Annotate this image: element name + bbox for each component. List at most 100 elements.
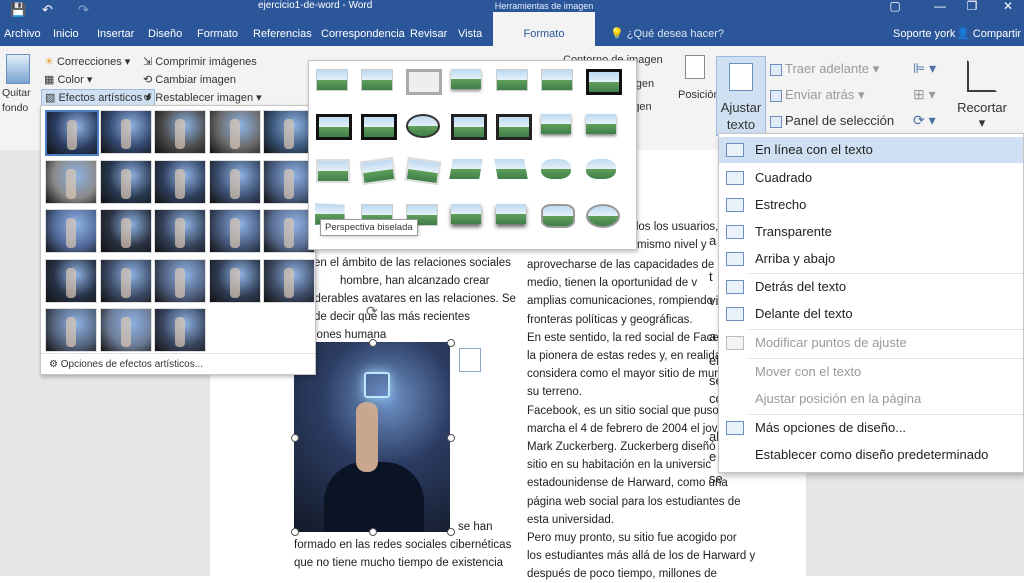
- menu-item-mas-opciones[interactable]: Más opciones de diseño...: [719, 415, 1023, 441]
- artistic-effect-thumbnail[interactable]: [154, 209, 206, 253]
- resize-handle[interactable]: [369, 528, 377, 536]
- picture-style-thumbnail[interactable]: [448, 155, 484, 183]
- picture-style-thumbnail[interactable]: [403, 155, 442, 186]
- minimize-button[interactable]: —: [930, 0, 950, 12]
- picture-style-thumbnail[interactable]: [358, 155, 397, 186]
- picture-style-thumbnail[interactable]: [583, 65, 622, 95]
- redo-icon[interactable]: ↷: [78, 2, 89, 18]
- artistic-effect-thumbnail[interactable]: [208, 110, 261, 154]
- close-button[interactable]: ✕: [998, 0, 1018, 12]
- picture-style-thumbnail[interactable]: [538, 65, 574, 93]
- picture-style-thumbnail[interactable]: [313, 110, 352, 140]
- rotate-icon[interactable]: ⟳ ▾: [913, 112, 936, 129]
- tab-revisar[interactable]: Revisar: [410, 27, 447, 41]
- quitar-fondo-button[interactable]: Quitar fondo: [2, 52, 32, 116]
- save-icon[interactable]: 💾: [10, 2, 26, 18]
- restore-button[interactable]: ❐: [962, 0, 982, 12]
- resize-handle[interactable]: [369, 339, 377, 347]
- resize-handle[interactable]: [447, 528, 455, 536]
- tab-archivo[interactable]: Archivo: [4, 27, 41, 41]
- tab-inicio[interactable]: Inicio: [53, 27, 79, 41]
- artistic-effect-thumbnail[interactable]: [154, 308, 206, 352]
- panel-seleccion-button[interactable]: Panel de selección: [770, 113, 894, 128]
- artistic-effect-thumbnail[interactable]: [154, 258, 206, 303]
- align-icon[interactable]: ⊫ ▾: [913, 60, 936, 77]
- artistic-effect-thumbnail[interactable]: [208, 258, 261, 303]
- menu-item-delante[interactable]: Delante del texto: [719, 301, 1023, 327]
- rotate-handle-icon[interactable]: ⟳: [366, 303, 378, 320]
- menu-item-estrecho[interactable]: Estrecho: [719, 192, 1023, 218]
- tell-me-search[interactable]: 💡 ¿Qué desea hacer?: [610, 27, 724, 40]
- menu-item-modificar-puntos[interactable]: Modificar puntos de ajuste: [719, 330, 1023, 356]
- share-button[interactable]: 👤 Compartir: [956, 27, 1021, 41]
- menu-item-arriba-abajo[interactable]: Arriba y abajo: [719, 246, 1023, 272]
- picture-style-thumbnail[interactable]: [358, 110, 397, 140]
- artistic-effect-thumbnail[interactable]: [99, 159, 152, 204]
- menu-item-detras[interactable]: Detrás del texto: [719, 274, 1023, 300]
- document-image[interactable]: [294, 342, 450, 532]
- picture-style-thumbnail[interactable]: [493, 65, 529, 93]
- artistic-effect-thumbnail[interactable]: [45, 159, 97, 204]
- tab-referencias[interactable]: Referencias: [253, 27, 312, 41]
- picture-style-thumbnail[interactable]: [448, 110, 487, 140]
- tab-formato-doc[interactable]: Formato: [197, 27, 238, 41]
- resize-handle[interactable]: [447, 339, 455, 347]
- comprimir-button[interactable]: ⇲ Comprimir imágenes: [143, 55, 257, 68]
- artistic-effect-thumbnail[interactable]: [45, 308, 97, 352]
- picture-style-thumbnail[interactable]: [448, 65, 484, 93]
- artistic-effect-thumbnail[interactable]: [45, 209, 97, 253]
- group-icon[interactable]: ⊞ ▾: [913, 86, 936, 103]
- picture-style-thumbnail[interactable]: [538, 155, 574, 183]
- menu-item-transparente[interactable]: Transparente: [719, 219, 1023, 245]
- artistic-effects-options[interactable]: ⚙ Opciones de efectos artísticos...: [49, 359, 203, 370]
- menu-item-fijar-posicion[interactable]: Ajustar posición en la página: [719, 386, 1023, 412]
- picture-style-thumbnail[interactable]: [313, 65, 349, 93]
- layout-options-icon[interactable]: [459, 348, 481, 372]
- picture-style-thumbnail[interactable]: [583, 200, 620, 228]
- picture-style-thumbnail[interactable]: [358, 65, 394, 93]
- artistic-effect-thumbnail[interactable]: [45, 258, 97, 303]
- picture-style-thumbnail[interactable]: [313, 155, 350, 183]
- picture-style-thumbnail[interactable]: [583, 110, 619, 138]
- artistic-effect-thumbnail[interactable]: [45, 110, 99, 156]
- artistic-effect-thumbnail[interactable]: [99, 308, 152, 352]
- picture-style-thumbnail[interactable]: [493, 155, 529, 183]
- ajustar-texto-button[interactable]: Ajustar texto: [716, 56, 766, 136]
- menu-item-establecer[interactable]: Establecer como diseño predeterminado: [719, 442, 1023, 468]
- account-name[interactable]: Soporte york: [893, 27, 955, 41]
- resize-handle[interactable]: [447, 434, 455, 442]
- correcciones-button[interactable]: ☀ Correcciones ▾: [44, 55, 130, 68]
- tab-vista[interactable]: Vista: [458, 27, 482, 41]
- tab-insertar[interactable]: Insertar: [97, 27, 134, 41]
- artistic-effect-thumbnail[interactable]: [99, 110, 152, 154]
- tab-correspondencia[interactable]: Correspondencia: [321, 27, 405, 41]
- picture-style-thumbnail[interactable]: [403, 65, 442, 95]
- recortar-button[interactable]: Recortar ▾: [956, 60, 1008, 131]
- cambiar-imagen-button[interactable]: ⟲ Cambiar imagen: [143, 73, 236, 86]
- artistic-effect-thumbnail[interactable]: [208, 209, 261, 253]
- picture-style-thumbnail[interactable]: [403, 110, 440, 138]
- menu-item-en-linea[interactable]: En línea con el texto: [719, 137, 1023, 163]
- artistic-effect-thumbnail[interactable]: [154, 110, 206, 154]
- restablecer-button[interactable]: ↺ Restablecer imagen ▾: [143, 91, 262, 104]
- undo-icon[interactable]: ↶: [42, 2, 53, 18]
- picture-style-thumbnail[interactable]: [493, 200, 529, 228]
- artistic-effect-thumbnail[interactable]: [263, 258, 315, 303]
- enviar-atras-button[interactable]: Enviar atrás ▾: [770, 87, 865, 103]
- artistic-effect-thumbnail[interactable]: [99, 258, 152, 303]
- color-button[interactable]: ▦ Color ▾: [44, 73, 92, 86]
- menu-item-mover[interactable]: Mover con el texto: [719, 359, 1023, 385]
- artistic-effect-thumbnail[interactable]: [208, 159, 261, 204]
- resize-handle[interactable]: [291, 434, 299, 442]
- traer-adelante-button[interactable]: Traer adelante ▾: [770, 61, 879, 77]
- ribbon-display-button[interactable]: ▢: [885, 0, 905, 12]
- picture-style-thumbnail[interactable]: [493, 110, 532, 140]
- menu-item-cuadrado[interactable]: Cuadrado: [719, 165, 1023, 191]
- picture-style-thumbnail[interactable]: [538, 200, 575, 228]
- picture-style-thumbnail[interactable]: [538, 110, 574, 138]
- resize-handle[interactable]: [291, 528, 299, 536]
- tab-formato-imagen[interactable]: Formato: [493, 12, 595, 46]
- tab-diseno[interactable]: Diseño: [148, 27, 182, 41]
- artistic-effect-thumbnail[interactable]: [154, 159, 206, 204]
- picture-style-thumbnail[interactable]: [583, 155, 619, 183]
